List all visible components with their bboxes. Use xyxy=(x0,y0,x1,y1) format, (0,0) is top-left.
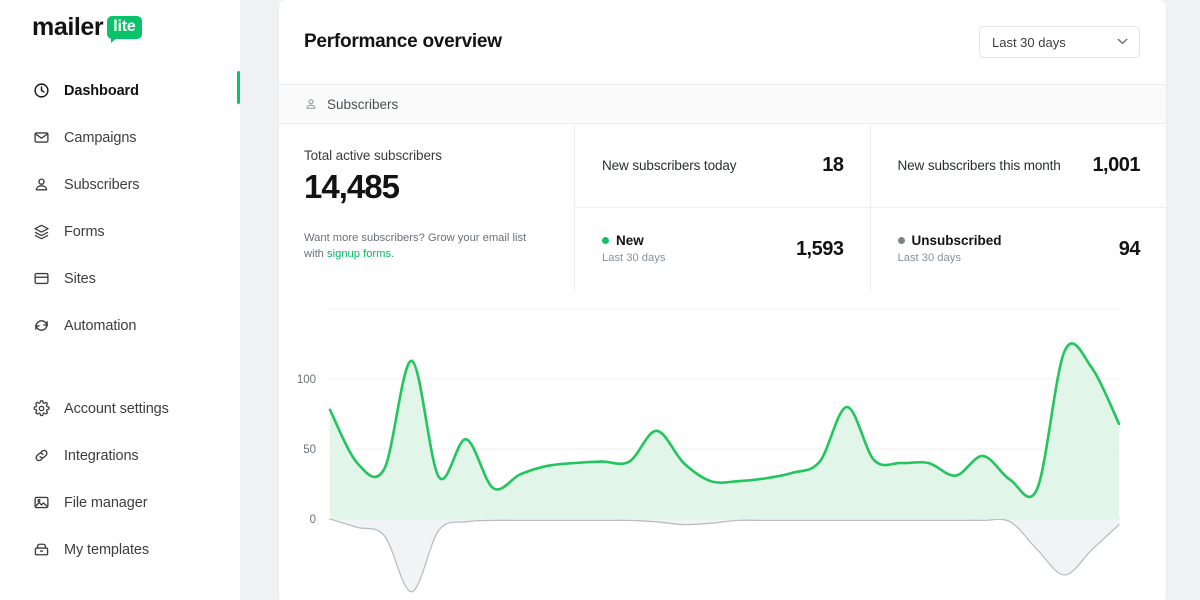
sidebar-nav-secondary: Account settings Integrations File manag… xyxy=(0,392,240,566)
new-series-cell: New Last 30 days 1,593 xyxy=(575,207,871,291)
image-icon xyxy=(32,494,50,512)
sidebar-item-label: Integrations xyxy=(64,447,139,464)
tab-subscribers[interactable]: Subscribers xyxy=(304,97,398,112)
series-label: New xyxy=(616,232,644,248)
stats-row-bottom: New Last 30 days 1,593 Unsubscribed Last… xyxy=(575,207,1167,292)
date-range-select[interactable]: Last 30 days xyxy=(979,26,1140,58)
brand-name: mailer xyxy=(32,13,104,41)
svg-text:0: 0 xyxy=(310,514,316,526)
sidebar-item-label: Campaigns xyxy=(64,129,137,146)
sidebar-item-label: Forms xyxy=(64,223,105,240)
total-subscribers-label: Total active subscribers xyxy=(304,148,442,163)
sidebar: mailer lite Dashboard Campaigns Subscrib… xyxy=(0,0,240,600)
stat-label: New subscribers this month xyxy=(897,157,1061,173)
signup-forms-link[interactable]: signup forms xyxy=(327,248,391,260)
person-icon xyxy=(304,97,318,111)
sidebar-item-label: My templates xyxy=(64,541,150,558)
unsubscribed-series-title-line: Unsubscribed xyxy=(897,232,1002,248)
date-range-value: Last 30 days xyxy=(992,34,1066,50)
browser-icon xyxy=(32,270,50,288)
sidebar-item-label: Dashboard xyxy=(64,82,139,99)
total-subscribers-cell: Total active subscribers 14,485 Want mor… xyxy=(279,124,575,291)
series-value: 94 xyxy=(1118,237,1141,260)
app-root: mailer lite Dashboard Campaigns Subscrib… xyxy=(0,0,1200,600)
tab-label: Subscribers xyxy=(327,96,399,112)
chart-svg: 0 50 100 xyxy=(297,308,1121,593)
archive-icon xyxy=(32,541,50,559)
section-tabs: Subscribers xyxy=(279,84,1166,124)
total-subscribers-value: 14,485 xyxy=(304,168,400,205)
new-series-label-block: New Last 30 days xyxy=(602,233,665,266)
sidebar-item-label: Account settings xyxy=(64,400,169,417)
series-sublabel: Last 30 days xyxy=(897,251,961,264)
person-icon xyxy=(32,176,50,194)
sidebar-item-label: File manager xyxy=(64,494,148,511)
series-value: 1,593 xyxy=(795,237,844,260)
series-label: Unsubscribed xyxy=(911,232,1002,248)
link-icon xyxy=(32,447,50,465)
sidebar-item-dashboard[interactable]: Dashboard xyxy=(0,71,240,107)
sidebar-item-label: Sites xyxy=(64,270,96,287)
clock-icon xyxy=(32,82,50,100)
signup-forms-promo: Want more subscribers? Grow your email l… xyxy=(304,231,549,263)
stats-grid: Total active subscribers 14,485 Want mor… xyxy=(279,124,1166,291)
gear-icon xyxy=(32,400,50,418)
stat-value: 18 xyxy=(822,153,844,176)
sidebar-item-account-settings[interactable]: Account settings xyxy=(0,392,240,425)
sidebar-nav-primary: Dashboard Campaigns Subscribers Forms Si… xyxy=(0,71,240,342)
new-subscribers-month-cell: New subscribers this month 1,001 xyxy=(871,124,1167,207)
svg-text:100: 100 xyxy=(297,374,316,386)
refresh-icon xyxy=(32,317,50,335)
sidebar-item-subscribers[interactable]: Subscribers xyxy=(0,168,240,201)
series-sublabel: Last 30 days xyxy=(602,251,666,264)
card-header: Performance overview Last 30 days xyxy=(279,0,1166,84)
performance-overview-card: Performance overview Last 30 days Subscr… xyxy=(279,0,1166,600)
sidebar-item-file-manager[interactable]: File manager xyxy=(0,486,240,519)
main-content: Performance overview Last 30 days Subscr… xyxy=(240,0,1200,600)
sidebar-item-sites[interactable]: Sites xyxy=(0,262,240,295)
sidebar-item-integrations[interactable]: Integrations xyxy=(0,439,240,472)
stats-right-grid: New subscribers today 18 New subscribers… xyxy=(575,124,1166,291)
unsubscribed-series-label-block: Unsubscribed Last 30 days xyxy=(897,232,1002,266)
subscribers-chart[interactable]: 0 50 100 xyxy=(279,291,1166,600)
unsubscribed-series-dot xyxy=(897,236,905,244)
page-title: Performance overview xyxy=(304,31,502,52)
envelope-icon xyxy=(32,129,50,147)
sidebar-item-label: Automation xyxy=(64,317,137,334)
layers-icon xyxy=(32,223,50,241)
unsubscribed-series-cell: Unsubscribed Last 30 days 94 xyxy=(871,208,1167,292)
chevron-down-icon xyxy=(1117,37,1128,48)
sidebar-item-label: Subscribers xyxy=(64,176,140,193)
new-subscribers-today-cell: New subscribers today 18 xyxy=(575,124,871,207)
active-indicator xyxy=(237,71,240,104)
promo-end: . xyxy=(391,248,395,261)
brand-badge: lite xyxy=(107,16,142,43)
svg-text:50: 50 xyxy=(303,444,316,456)
stat-label: New subscribers today xyxy=(602,157,737,173)
sidebar-item-forms[interactable]: Forms xyxy=(0,215,240,248)
brand-logo[interactable]: mailer lite xyxy=(0,0,240,46)
new-series-dot xyxy=(602,236,609,244)
sidebar-item-campaigns[interactable]: Campaigns xyxy=(0,121,240,154)
sidebar-item-automation[interactable]: Automation xyxy=(0,309,240,342)
stat-value: 1,001 xyxy=(1092,153,1140,176)
stats-row-top: New subscribers today 18 New subscribers… xyxy=(575,124,1166,208)
new-series-title-line: New xyxy=(602,233,665,248)
sidebar-item-my-templates[interactable]: My templates xyxy=(0,533,240,566)
